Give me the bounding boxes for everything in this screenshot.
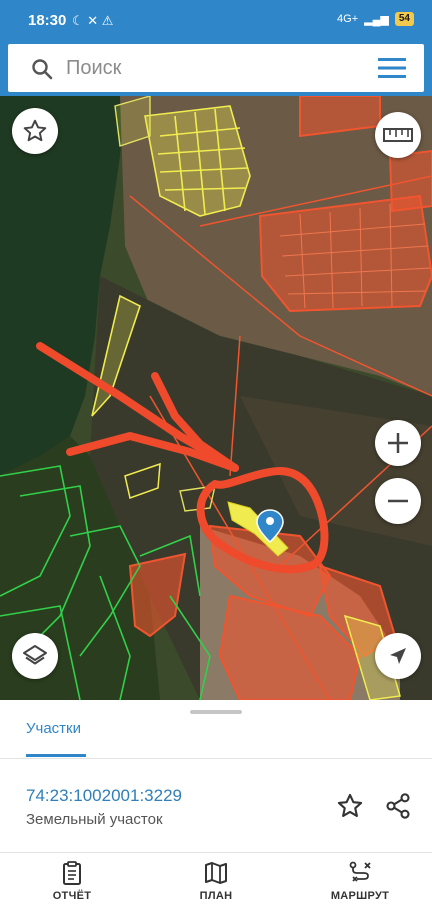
- nav-plan[interactable]: ПЛАН: [161, 860, 271, 908]
- satellite-map[interactable]: [0, 96, 432, 700]
- ruler-icon: [383, 128, 413, 142]
- menu-icon[interactable]: [378, 57, 406, 79]
- ruler-button[interactable]: [375, 112, 421, 158]
- parcel-type: Земельный участок: [26, 811, 163, 828]
- nav-route-label: МАРШРУТ: [330, 890, 390, 902]
- locate-button[interactable]: [375, 633, 421, 679]
- status-time: 18:30: [28, 12, 67, 29]
- status-notification-icons: ☾ ✕ ⚠: [72, 13, 114, 28]
- favorite-star-button[interactable]: [12, 108, 58, 154]
- map-view[interactable]: [0, 96, 432, 700]
- layers-icon: [23, 645, 47, 665]
- tab-active-indicator: [26, 754, 86, 757]
- zoom-in-button[interactable]: [375, 420, 421, 466]
- divider: [0, 852, 432, 853]
- minus-icon: [388, 499, 408, 503]
- battery-level: 54: [394, 12, 414, 26]
- signal-icon: ▂▄▆: [364, 13, 389, 26]
- nav-route[interactable]: МАРШРУТ: [305, 860, 415, 908]
- status-system-icons: 4G+ ▂▄▆ 54: [337, 12, 414, 26]
- app-header: [0, 40, 432, 96]
- parcel-cadastral-number[interactable]: 74:23:1002001:3229: [26, 786, 182, 806]
- route-icon: [349, 861, 371, 882]
- nav-plan-label: ПЛАН: [199, 890, 233, 902]
- search-icon[interactable]: [30, 57, 54, 81]
- plus-icon: [388, 433, 408, 453]
- drag-handle[interactable]: [190, 710, 242, 714]
- search-bar: [8, 44, 424, 92]
- nav-report[interactable]: ОТЧЁТ: [17, 860, 127, 908]
- divider: [0, 758, 432, 759]
- share-icon[interactable]: [384, 792, 412, 820]
- tab-parcels[interactable]: Участки: [26, 720, 81, 737]
- status-bar: 18:30 ☾ ✕ ⚠ 4G+ ▂▄▆ 54: [0, 0, 432, 40]
- report-icon: [63, 861, 81, 885]
- layers-button[interactable]: [12, 633, 58, 679]
- navigation-arrow-icon: [390, 648, 406, 664]
- star-icon[interactable]: [336, 792, 364, 820]
- zoom-out-button[interactable]: [375, 478, 421, 524]
- nav-report-label: ОТЧЁТ: [52, 890, 92, 902]
- map-plan-icon: [205, 862, 227, 884]
- bottom-sheet: Участки 74:23:1002001:3229 Земельный уча…: [0, 700, 432, 910]
- star-icon: [23, 119, 47, 142]
- search-input[interactable]: [66, 54, 366, 82]
- network-type: 4G+: [337, 13, 359, 25]
